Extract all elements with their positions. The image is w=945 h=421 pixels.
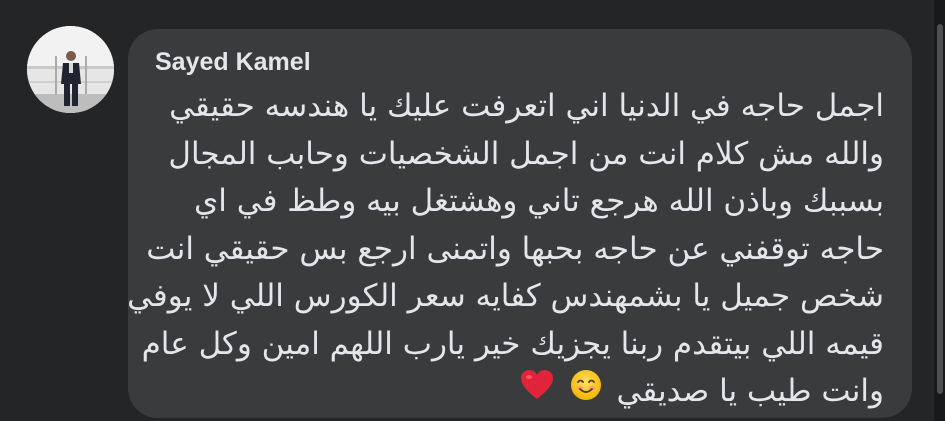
comment-line: وانت طيب يا صديقي [616, 373, 885, 409]
comment-line: والله مش كلام انت من اجمل الشخصيات وحابب… [168, 135, 884, 172]
comment-bubble: Sayed Kamel اجمل حاجه في الدنيا اني اتعر… [127, 29, 912, 418]
comment-line: اجمل حاجه في الدنيا اني اتعرفت عليك يا ه… [169, 88, 884, 124]
comment-line: حاجه توقفني عن حاجه بحبها واتمنى ارجع بس… [146, 230, 884, 267]
comment-line: بسببك وباذن الله هرجع تاني وهشتغل بيه وط… [194, 183, 884, 219]
smiling-face-icon [569, 368, 603, 417]
profile-photo-icon [27, 26, 114, 113]
comment-author-name[interactable]: Sayed Kamel [155, 47, 311, 77]
scrollbar[interactable] [934, 0, 945, 421]
scrollbar-thumb[interactable] [937, 24, 943, 394]
comment-thread: Sayed Kamel اجمل حاجه في الدنيا اني اتعر… [0, 0, 945, 421]
red-heart-icon [519, 368, 555, 417]
author-avatar[interactable] [27, 26, 114, 113]
comment-text: اجمل حاجه في الدنيا اني اتعرفت عليك يا ه… [127, 83, 884, 417]
comment-last-line: وانت طيب يا صديقي [144, 368, 884, 417]
comment-line: شخص جميل يا بشمهندس كفايه سعر الكورس الل… [127, 278, 884, 314]
comment-line: قيمه اللي بيتقدم ربنا يجزيك خير يارب الل… [141, 325, 884, 362]
